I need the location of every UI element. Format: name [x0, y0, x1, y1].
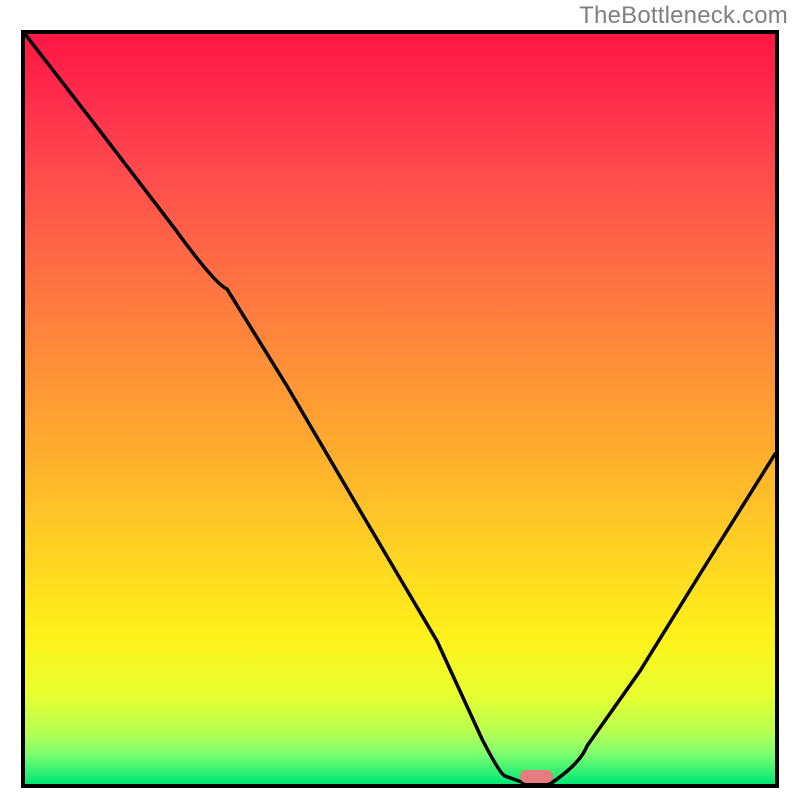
watermark-label: TheBottleneck.com — [579, 2, 788, 30]
chart-stage: TheBottleneck.com — [0, 0, 800, 800]
optimal-marker — [520, 770, 553, 783]
bottleneck-curve — [25, 34, 775, 784]
chart-frame — [21, 30, 779, 788]
curve-layer — [25, 34, 775, 784]
